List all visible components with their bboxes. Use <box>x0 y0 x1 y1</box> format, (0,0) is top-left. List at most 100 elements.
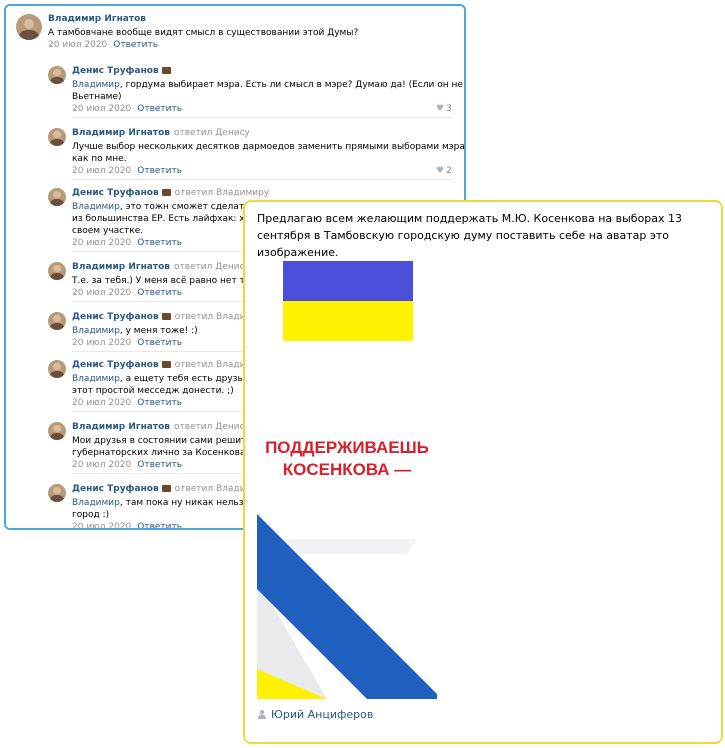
comment-text: из большинства ЕР. Есть лайфхак: хоче <box>72 214 261 224</box>
comment-author-name[interactable]: Денис Труфанов <box>72 66 159 76</box>
comment-meta: 20 июл 2020 Ответить <box>72 238 182 248</box>
mention-link[interactable]: Владимир <box>72 80 120 90</box>
comment-text: Вьетнаме) <box>72 92 122 102</box>
avatar[interactable] <box>48 484 66 502</box>
comment-text: Владимир, а ещету тебя есть друзья и з <box>72 374 265 384</box>
avatar[interactable] <box>48 422 66 440</box>
comment-author[interactable]: Владимир Игнатов <box>48 14 146 24</box>
comment-meta: 20 июл 2020 Ответить <box>72 398 182 408</box>
user-icon <box>258 709 266 719</box>
comment: Владимир Игнатов ответил Денису Лучше выбо… <box>6 124 464 184</box>
comment-meta: 20 июл 2020 Ответить <box>72 460 182 470</box>
comment-date[interactable]: 20 июл 2020 <box>72 104 131 114</box>
post-author[interactable]: Юрий Анциферов <box>257 708 373 721</box>
comment-text: губернаторских лично за Косенкова я б <box>72 448 263 458</box>
avatar[interactable] <box>48 128 66 146</box>
comment-date[interactable]: 20 июл 2020 <box>72 522 131 528</box>
comment-text: Владимир, у меня тоже! :) <box>72 326 198 336</box>
reply-button[interactable]: Ответить <box>137 166 182 176</box>
reply-button[interactable]: Ответить <box>137 104 182 114</box>
reply-button[interactable]: Ответить <box>137 522 182 528</box>
comment-author[interactable]: Денис Труфанов ответил Владимиру <box>72 360 269 370</box>
comment-meta: 20 июл 2020 Ответить <box>72 104 182 114</box>
comment-text: город :) <box>72 510 110 520</box>
comment-meta: 20 июл 2020 Ответить <box>72 522 182 528</box>
campaign-slogan-line-2: КОСЕНКОВА — <box>282 460 412 479</box>
like-button[interactable]: ♥ 3 <box>436 104 452 114</box>
comment-text: Владимир, гордума выбирает мэра. Есть ли… <box>72 80 466 90</box>
heart-icon: ♥ <box>436 104 445 114</box>
comment-author[interactable]: Денис Труфанов ответил Владимиру <box>72 484 269 494</box>
like-button[interactable]: ♥ 2 <box>436 166 452 176</box>
avatar[interactable] <box>48 360 66 378</box>
campaign-image[interactable]: ПОДДЕРЖИВАЕШЬ КОСЕНКОВА — <box>257 259 437 699</box>
comment-date[interactable]: 20 июл 2020 <box>72 398 131 408</box>
reply-button[interactable]: Ответить <box>137 238 182 248</box>
like-count: 3 <box>446 104 452 114</box>
comment: Владимир Игнатов А тамбовчане вообще видя… <box>6 10 462 70</box>
comment-meta: 20 июл 2020 Ответить <box>48 40 158 50</box>
mention-link[interactable]: Владимир <box>72 374 120 384</box>
comment-author[interactable]: Денис Труфанов ответил Владимиру <box>72 312 269 322</box>
replied-to-label[interactable]: ответил Денису <box>174 422 250 432</box>
comment-date[interactable]: 20 июл 2020 <box>72 288 131 298</box>
divider <box>72 179 452 180</box>
reply-button[interactable]: Ответить <box>137 398 182 408</box>
comment-text: Т.е. за тебя.) У меня всё равно нет тамб <box>72 276 263 286</box>
comment-author-name[interactable]: Денис Труфанов <box>72 360 159 370</box>
comment: Денис Труфанов Владимир, гордума выбирает… <box>6 62 464 122</box>
flag-yellow-stripe <box>283 301 413 341</box>
avatar[interactable] <box>48 312 66 330</box>
replied-to-label[interactable]: ответил Владимиру <box>175 188 270 198</box>
avatar[interactable] <box>48 188 66 206</box>
replied-to-label[interactable]: ответил Денису <box>174 128 250 138</box>
reply-button[interactable]: Ответить <box>137 288 182 298</box>
mention-link[interactable]: Владимир <box>72 202 120 212</box>
badge-icon <box>161 361 171 368</box>
comment-author[interactable]: Денис Труфанов <box>72 66 171 76</box>
flag-blue-stripe <box>283 261 413 301</box>
comment-text: Владимир, это тожн сможет сделать то <box>72 202 263 212</box>
comment-author-name[interactable]: Владимир Игнатов <box>72 128 170 138</box>
comment-date[interactable]: 20 июл 2020 <box>72 338 131 348</box>
comment-author-name[interactable]: Владимир Игнатов <box>48 14 146 24</box>
comment-author[interactable]: Владимир Игнатов ответил Денису <box>72 262 250 272</box>
avatar[interactable] <box>48 66 66 84</box>
comment-text: Лучше выбор нескольких десятков дармоедо… <box>72 142 466 152</box>
reply-button[interactable]: Ответить <box>137 460 182 470</box>
comment-author[interactable]: Денис Труфанов ответил Владимиру <box>72 188 269 198</box>
post-card: Предлагаю всем желающим поддержать М.Ю. … <box>243 200 723 744</box>
badge-icon <box>161 485 171 492</box>
campaign-slogan-line-1: ПОДДЕРЖИВАЕШЬ <box>265 438 429 457</box>
reply-button[interactable]: Ответить <box>137 338 182 348</box>
mention-link[interactable]: Владимир <box>72 498 120 508</box>
divider <box>72 117 452 118</box>
comment-author[interactable]: Владимир Игнатов ответил Денису <box>72 128 250 138</box>
comment-date[interactable]: 20 июл 2020 <box>48 40 107 50</box>
like-count: 2 <box>446 166 452 176</box>
avatar[interactable] <box>16 14 42 40</box>
comment-date[interactable]: 20 июл 2020 <box>72 238 131 248</box>
post-author-name: Юрий Анциферов <box>271 708 374 721</box>
reply-button[interactable]: Ответить <box>113 40 158 50</box>
comment-text: как по мне. <box>72 154 127 164</box>
avatar[interactable] <box>48 262 66 280</box>
comment-author-name[interactable]: Владимир Игнатов <box>72 262 170 272</box>
mention-link[interactable]: Владимир <box>72 326 120 336</box>
comment-text: этот простой месседж донести. ;) <box>72 386 234 396</box>
comment-meta: 20 июл 2020 Ответить <box>72 338 182 348</box>
comment-author-name[interactable]: Денис Труфанов <box>72 484 159 494</box>
comment-author-name[interactable]: Денис Труфанов <box>72 188 159 198</box>
comment-author-name[interactable]: Владимир Игнатов <box>72 422 170 432</box>
replied-to-label[interactable]: ответил Денису <box>174 262 250 272</box>
comment-author[interactable]: Владимир Игнатов ответил Денису <box>72 422 250 432</box>
heart-icon: ♥ <box>436 166 445 176</box>
comment-author-name[interactable]: Денис Труфанов <box>72 312 159 322</box>
comment-text: Мои друзья в состоянии сами решить, <box>72 436 255 446</box>
campaign-slogan: ПОДДЕРЖИВАЕШЬ КОСЕНКОВА — <box>257 437 437 481</box>
comment-date[interactable]: 20 июл 2020 <box>72 460 131 470</box>
comment-text: Владимир, там пока ну никак нельзя бы <box>72 498 265 508</box>
post-text: Предлагаю всем желающим поддержать М.Ю. … <box>257 212 683 259</box>
comment-text: А тамбовчане вообще видят смысл в сущест… <box>48 28 359 38</box>
comment-date[interactable]: 20 июл 2020 <box>72 166 131 176</box>
